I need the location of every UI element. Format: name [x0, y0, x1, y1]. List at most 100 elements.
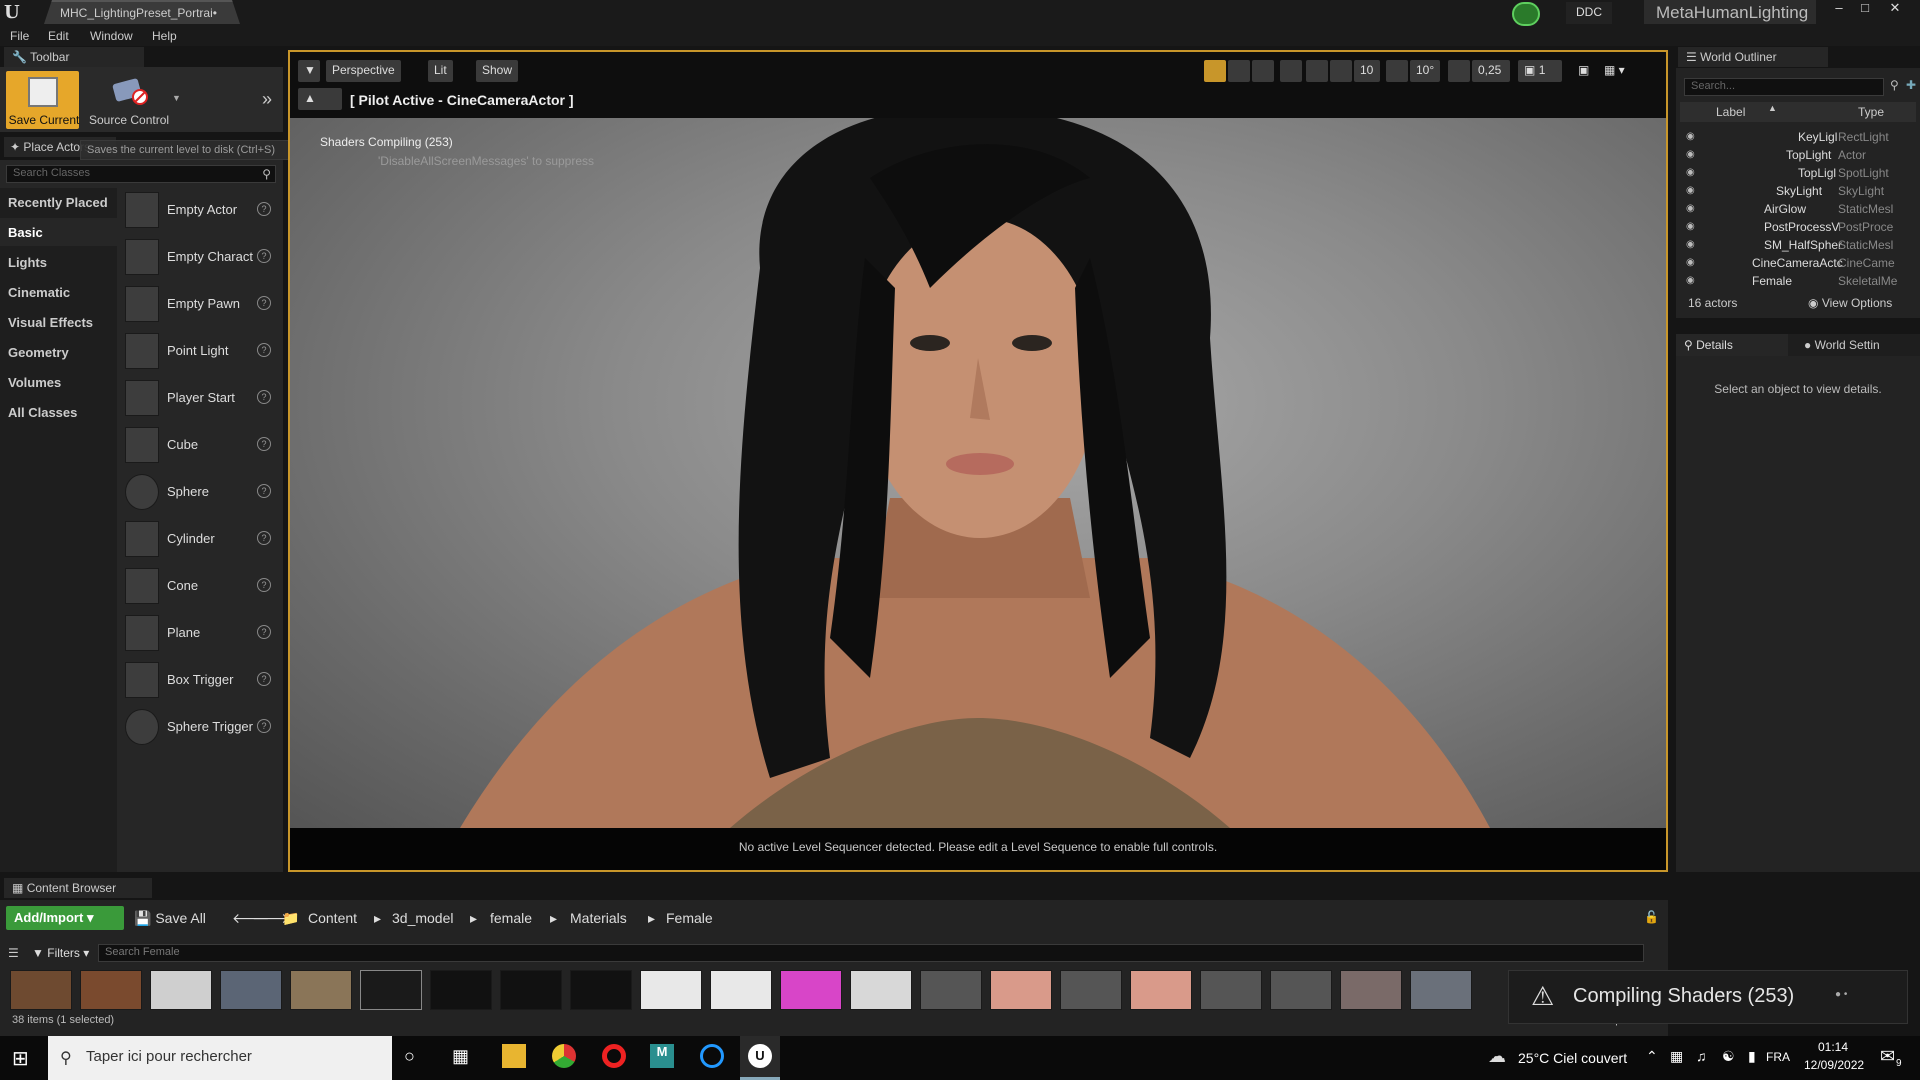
chrome-icon[interactable]	[552, 1044, 576, 1068]
table-row[interactable]: ◉ Female SkeletalMe	[1676, 272, 1912, 290]
help-icon[interactable]: ?	[257, 202, 271, 216]
input-language[interactable]: FRA	[1766, 1050, 1790, 1064]
asset-tile[interactable]	[780, 970, 842, 1010]
speaker-icon[interactable]: ♫	[1696, 1048, 1707, 1064]
view-options-button[interactable]: ◉ View Options	[1808, 296, 1892, 310]
help-icon[interactable]: ?	[257, 672, 271, 686]
label-column-header[interactable]: Label	[1716, 105, 1745, 119]
grid-size-value[interactable]: 10	[1354, 60, 1380, 82]
table-row[interactable]: ◉ AirGlow StaticMesl	[1676, 200, 1912, 218]
help-icon[interactable]: ?	[257, 531, 271, 545]
sources-toggle-icon[interactable]: ☰	[8, 946, 19, 960]
asset-tile[interactable]	[150, 970, 212, 1010]
toolbar-expand-icon[interactable]: »	[262, 89, 272, 110]
table-row[interactable]: ◉ SM_HalfSpher StaticMesl	[1676, 236, 1912, 254]
angle-snap-icon[interactable]	[1386, 60, 1408, 82]
list-item[interactable]: Empty Actor?	[117, 188, 283, 234]
perspective-button[interactable]: Perspective	[326, 60, 401, 82]
world-outliner-tab[interactable]: ☰ World Outliner	[1678, 47, 1828, 67]
maximize-viewport-icon[interactable]: ▣	[1572, 60, 1590, 82]
table-row[interactable]: ◉ TopLight Actor	[1676, 146, 1912, 164]
cortana-icon[interactable]: ○	[404, 1046, 415, 1067]
file-explorer-icon[interactable]	[502, 1044, 526, 1068]
close-button[interactable]: ✕	[1882, 0, 1908, 22]
chevron-up-icon[interactable]: ⌃	[1646, 1048, 1658, 1065]
search-classes-input[interactable]: Search Classes ⚲	[6, 165, 276, 183]
source-control-icon[interactable]	[110, 75, 150, 105]
category-recently-placed[interactable]: Recently Placed	[0, 188, 117, 216]
asset-tile[interactable]	[1130, 970, 1192, 1010]
world-local-icon[interactable]	[1280, 60, 1302, 82]
asset-tile[interactable]	[640, 970, 702, 1010]
weather-text[interactable]: 25°C Ciel couvert	[1518, 1050, 1627, 1066]
visibility-eye-icon[interactable]: ◉	[1686, 131, 1695, 142]
pin-icon[interactable]: ✚	[1906, 78, 1916, 92]
list-item[interactable]: Point Light?	[117, 329, 283, 375]
asset-tile[interactable]	[80, 970, 142, 1010]
save-all-button[interactable]: 💾 Save All	[134, 910, 206, 927]
rotate-tool-icon[interactable]	[1228, 60, 1250, 82]
metahuman-icon[interactable]: M	[650, 1044, 674, 1068]
network-icon[interactable]: ▦	[1670, 1048, 1683, 1065]
task-view-icon[interactable]: ▦	[452, 1046, 469, 1067]
ccleaner-icon[interactable]	[700, 1044, 724, 1068]
table-row[interactable]: ◉ CineCameraActc CineCame	[1676, 254, 1912, 272]
lit-button[interactable]: Lit	[428, 60, 453, 82]
filters-button[interactable]: ▼ Filters ▾	[32, 946, 89, 960]
asset-tile[interactable]	[850, 970, 912, 1010]
menu-file[interactable]: File	[10, 29, 29, 43]
category-basic[interactable]: Basic	[0, 218, 117, 246]
asset-tile[interactable]	[1270, 970, 1332, 1010]
tab-world-settings[interactable]: ● World Settin	[1796, 334, 1920, 356]
add-import-button[interactable]: Add/Import ▾	[6, 906, 124, 930]
table-row[interactable]: ◉ KeyLigl RectLight	[1676, 128, 1912, 146]
shield-icon[interactable]	[1512, 2, 1540, 26]
source-control-dropdown-icon[interactable]: ▼	[172, 93, 181, 103]
asset-tile[interactable]	[430, 970, 492, 1010]
breadcrumb-female-materials[interactable]: Female	[666, 910, 713, 926]
taskbar-search-input[interactable]: Taper ici pour rechercher	[48, 1036, 392, 1080]
list-item[interactable]: Sphere?	[117, 470, 283, 516]
clock-time[interactable]: 01:14	[1818, 1040, 1848, 1054]
asset-tile[interactable]	[990, 970, 1052, 1010]
asset-tile[interactable]	[360, 970, 422, 1010]
help-icon[interactable]: ?	[257, 249, 271, 263]
help-icon[interactable]: ?	[257, 390, 271, 404]
list-item[interactable]: Box Trigger?	[117, 658, 283, 704]
outliner-search-input[interactable]: Search...	[1684, 78, 1884, 96]
show-button[interactable]: Show	[476, 60, 519, 82]
asset-tile[interactable]	[710, 970, 772, 1010]
help-icon[interactable]: ?	[257, 343, 271, 357]
ddc-button[interactable]: DDC	[1566, 2, 1612, 24]
list-item[interactable]: Sphere Trigger?	[117, 705, 283, 751]
maximize-button[interactable]: □	[1852, 0, 1878, 22]
menu-help[interactable]: Help	[152, 29, 177, 43]
category-visual-effects[interactable]: Visual Effects	[0, 308, 117, 336]
visibility-eye-icon[interactable]: ◉	[1686, 239, 1695, 250]
tab-details[interactable]: ⚲ Details	[1676, 334, 1788, 356]
category-geometry[interactable]: Geometry	[0, 338, 117, 366]
scale-snap-icon[interactable]	[1448, 60, 1470, 82]
layout-icon[interactable]: ▦ ▾	[1598, 60, 1646, 82]
help-icon[interactable]: ?	[257, 296, 271, 310]
scale-tool-icon[interactable]	[1252, 60, 1274, 82]
breadcrumb-female[interactable]: female	[490, 910, 532, 926]
eject-pilot-icon[interactable]: ▲	[298, 88, 342, 110]
wifi-icon[interactable]: ☯	[1722, 1048, 1735, 1065]
visibility-eye-icon[interactable]: ◉	[1686, 275, 1695, 286]
type-column-header[interactable]: Type	[1858, 105, 1884, 119]
list-item[interactable]: Player Start?	[117, 376, 283, 422]
category-lights[interactable]: Lights	[0, 248, 117, 276]
viewport-scene[interactable]	[290, 106, 1666, 828]
visibility-eye-icon[interactable]: ◉	[1686, 221, 1695, 232]
clock-date[interactable]: 12/09/2022	[1804, 1058, 1864, 1072]
visibility-eye-icon[interactable]: ◉	[1686, 149, 1695, 160]
level-viewport[interactable]: ▼ Perspective Lit Show ▲ [ Pilot Active …	[288, 50, 1668, 872]
angle-size-value[interactable]: 10°	[1410, 60, 1440, 82]
asset-tile[interactable]	[10, 970, 72, 1010]
table-row[interactable]: ◉ SkyLight SkyLight	[1676, 182, 1912, 200]
level-tab[interactable]: MHC_LightingPreset_Portrai•	[44, 0, 240, 24]
list-item[interactable]: Empty Pawn?	[117, 282, 283, 328]
asset-tile[interactable]	[500, 970, 562, 1010]
breadcrumb-content[interactable]: Content	[308, 910, 357, 926]
